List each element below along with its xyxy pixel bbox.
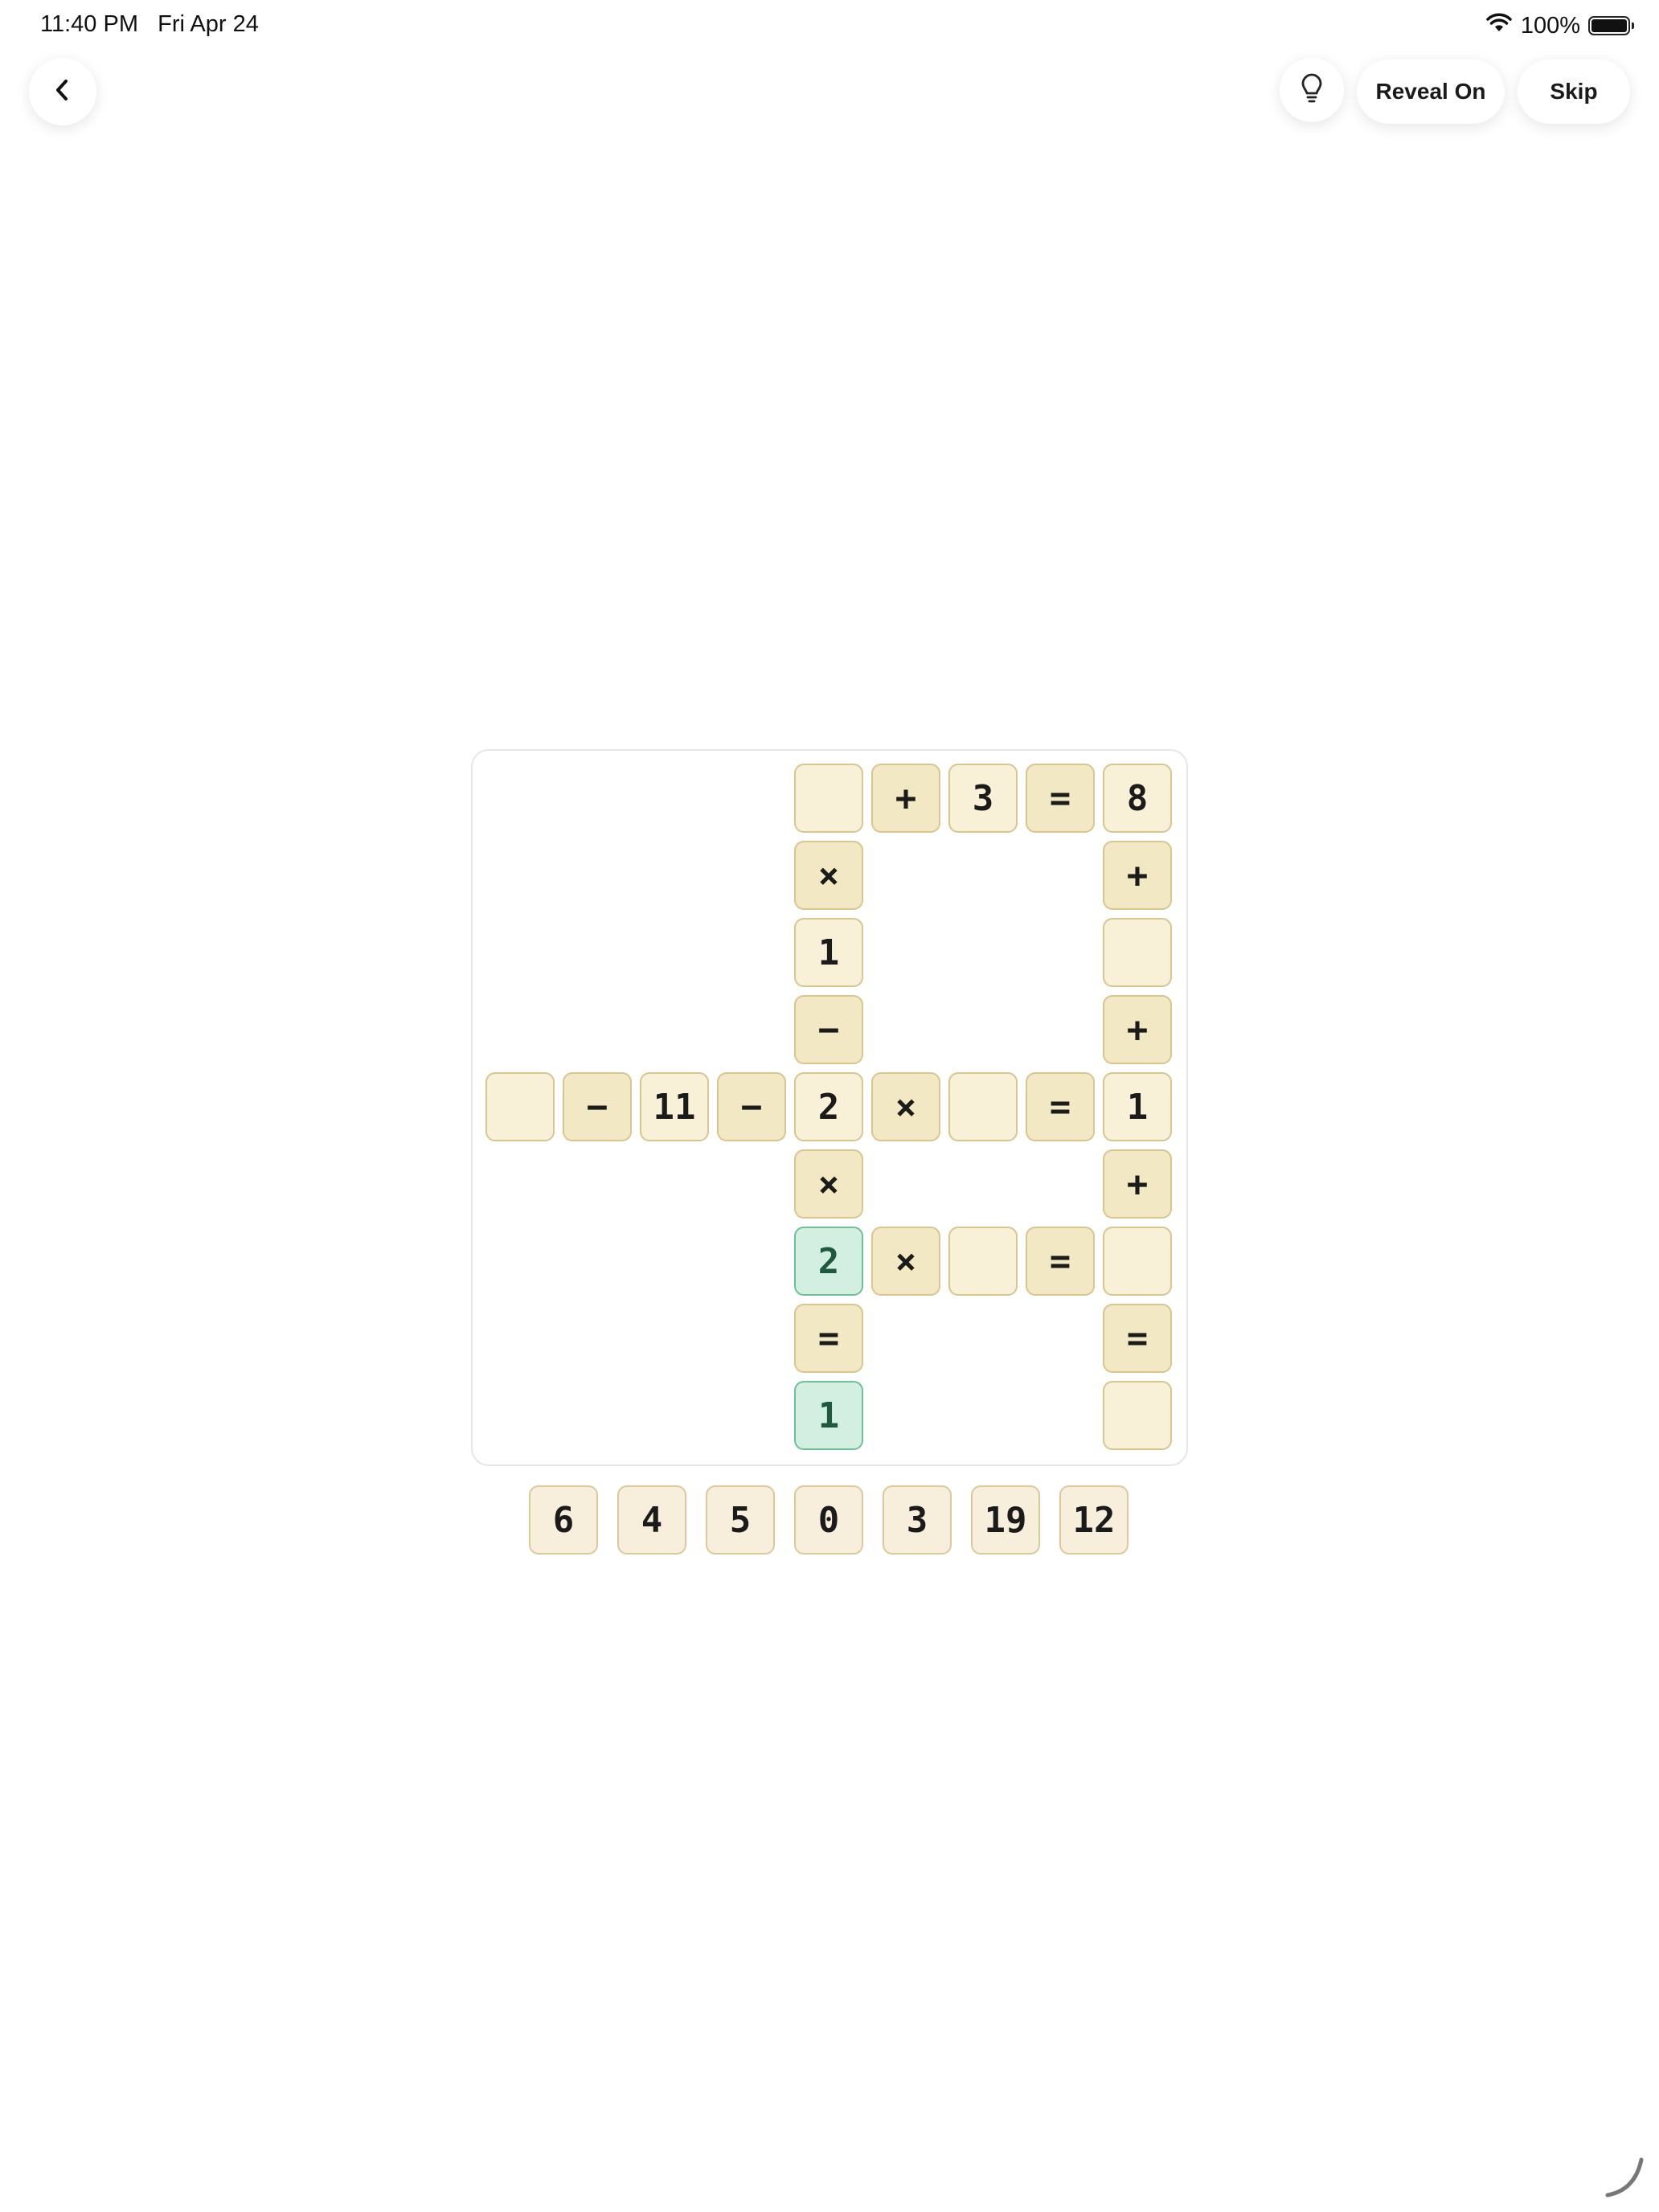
battery-percent: 100% xyxy=(1520,12,1580,39)
battery-icon xyxy=(1588,16,1634,35)
status-indicators: 100% xyxy=(1485,10,1634,42)
operator-tile: − xyxy=(563,1072,632,1141)
operator-tile: + xyxy=(1103,841,1172,910)
puzzle-board: +3 = 8 × +1− + −11−2 × = 1 × +2 × = = = 1 xyxy=(471,749,1188,1466)
number-tile[interactable]: 1 xyxy=(1103,1072,1172,1141)
empty-cell-slot[interactable] xyxy=(948,1227,1018,1296)
skip-label: Skip xyxy=(1550,79,1598,104)
tray-number-tile[interactable]: 3 xyxy=(883,1485,952,1555)
operator-tile: + xyxy=(1103,1149,1172,1219)
empty-cell-slot[interactable] xyxy=(1103,918,1172,987)
number-tile[interactable]: 2 xyxy=(794,1072,863,1141)
chevron-left-icon xyxy=(51,78,74,106)
empty-cell-slot[interactable] xyxy=(1103,1227,1172,1296)
tray-number-tile[interactable]: 5 xyxy=(706,1485,775,1555)
battery-level xyxy=(1591,19,1627,32)
skip-button[interactable]: Skip xyxy=(1518,59,1630,124)
locked-number-tile: 2 xyxy=(794,1227,863,1296)
operator-tile: × xyxy=(871,1072,940,1141)
tray-number-tile[interactable]: 19 xyxy=(971,1485,1040,1555)
lightbulb-icon xyxy=(1300,72,1324,109)
operator-tile: × xyxy=(794,841,863,910)
operator-tile: − xyxy=(717,1072,786,1141)
reveal-toggle-button[interactable]: Reveal On xyxy=(1357,59,1505,124)
operator-tile: = xyxy=(1026,1227,1095,1296)
operator-tile: = xyxy=(1103,1304,1172,1373)
operator-tile: × xyxy=(794,1149,863,1219)
puzzle-screen: 11:40 PM Fri Apr 24 100% Reveal On Skip … xyxy=(0,0,1659,2212)
empty-cell-slot[interactable] xyxy=(485,1072,555,1141)
tray-number-tile[interactable]: 0 xyxy=(794,1485,863,1555)
number-tile[interactable]: 11 xyxy=(640,1072,709,1141)
operator-tile: = xyxy=(1026,764,1095,833)
locked-number-tile: 1 xyxy=(794,1381,863,1450)
operator-tile: = xyxy=(794,1304,863,1373)
empty-cell-slot[interactable] xyxy=(794,764,863,833)
operator-tile: + xyxy=(1103,995,1172,1064)
wifi-icon xyxy=(1485,12,1513,39)
back-button[interactable] xyxy=(29,58,96,125)
status-time: 11:40 PM xyxy=(40,11,138,37)
operator-tile: = xyxy=(1026,1072,1095,1141)
number-tile[interactable]: 1 xyxy=(794,918,863,987)
operator-tile: − xyxy=(794,995,863,1064)
resize-handle-icon xyxy=(1603,2155,1648,2204)
operator-tile: × xyxy=(871,1227,940,1296)
status-datetime: 11:40 PM Fri Apr 24 xyxy=(40,11,259,38)
hint-button[interactable] xyxy=(1280,58,1344,122)
number-tile[interactable]: 8 xyxy=(1103,764,1172,833)
number-tile[interactable]: 3 xyxy=(948,764,1018,833)
empty-cell-slot[interactable] xyxy=(1103,1381,1172,1450)
status-date: Fri Apr 24 xyxy=(158,11,259,37)
reveal-label: Reveal On xyxy=(1375,79,1486,104)
tray-number-tile[interactable]: 12 xyxy=(1059,1485,1129,1555)
empty-cell-slot[interactable] xyxy=(948,1072,1018,1141)
tray-number-tile[interactable]: 6 xyxy=(529,1485,598,1555)
tray-number-tile[interactable]: 4 xyxy=(617,1485,686,1555)
operator-tile: + xyxy=(871,764,940,833)
